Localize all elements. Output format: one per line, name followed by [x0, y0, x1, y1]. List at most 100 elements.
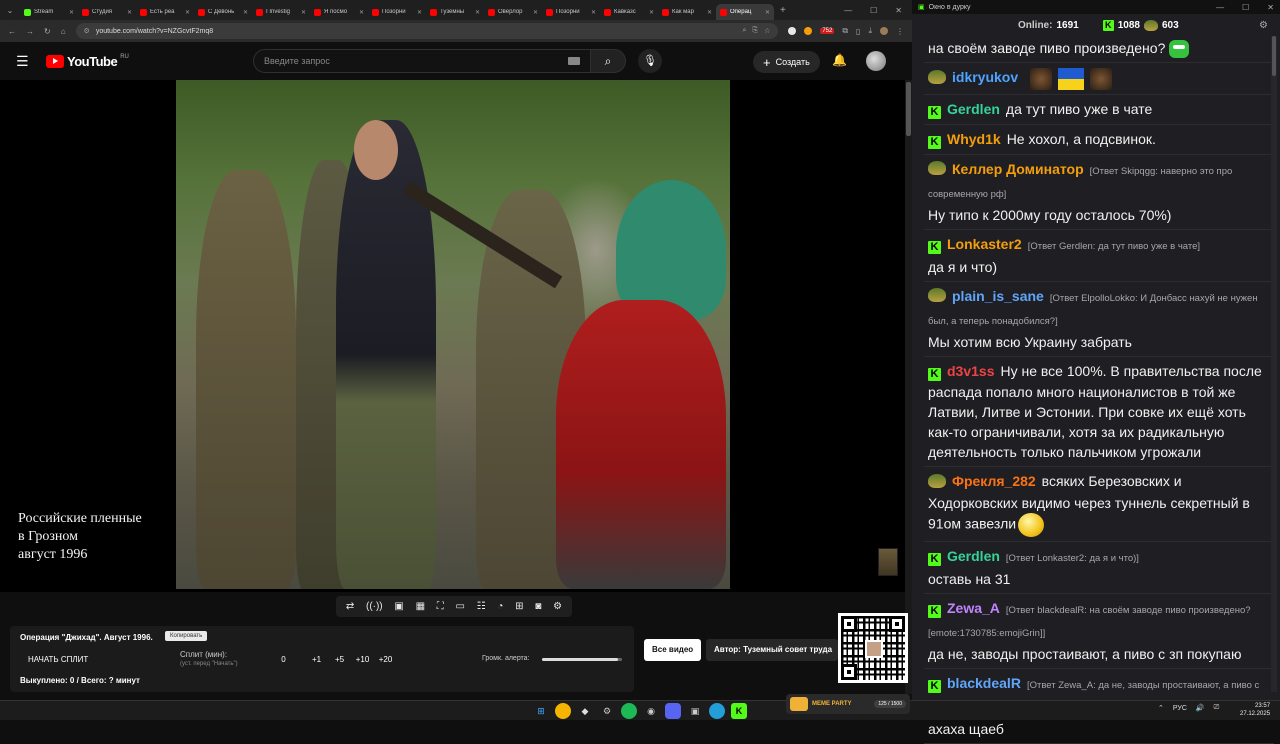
chat-username[interactable]: Фрекля_282: [952, 473, 1036, 489]
chat-message[interactable]: Kd3v1ss Ну не все 100%. В правительства п…: [924, 357, 1274, 468]
app-icon[interactable]: ▣: [687, 703, 703, 719]
extension-icon[interactable]: [804, 27, 813, 35]
tab-close-icon[interactable]: ✕: [533, 9, 538, 16]
tab-close-icon[interactable]: ✕: [417, 9, 422, 16]
tab-close-icon[interactable]: ✕: [707, 9, 712, 16]
obs-icon[interactable]: ◉: [643, 703, 659, 719]
close-icon[interactable]: ✕: [895, 6, 902, 15]
puzzle-icon[interactable]: ⧉: [842, 26, 848, 36]
scrollbar-thumb[interactable]: [906, 82, 911, 136]
browser-tab[interactable]: Есть реа ✕: [136, 4, 194, 20]
chat-message[interactable]: idkryukov: [924, 63, 1274, 95]
tab-close-icon[interactable]: ✕: [127, 9, 132, 16]
notifications-bell-icon[interactable]: 🔔: [832, 53, 847, 67]
telegram-icon[interactable]: [709, 703, 725, 719]
browser-tab[interactable]: Позорни ✕: [542, 4, 600, 20]
menu-dots-icon[interactable]: ⋮: [896, 27, 904, 36]
youtube-logo[interactable]: YouTube RU: [46, 54, 129, 69]
chat-username[interactable]: plain_is_sane: [952, 288, 1044, 304]
taskbar-clock[interactable]: 23:57 27.12.2025: [1240, 702, 1270, 718]
meme-party-widget[interactable]: MEME PARTY 125 / 1500: [786, 694, 910, 714]
author-button[interactable]: Автор: Туземный совет труда: [706, 639, 838, 661]
url-field[interactable]: ⚙ youtube.com/watch?v=NZGcvtF2mq8 ⌕ ⎘ ☆: [75, 23, 779, 39]
chat-message[interactable]: K Lonkaster2 [Ответ Gerdlen: да тут пиво у…: [924, 230, 1274, 283]
video-player[interactable]: Российские пленные в Грозном август 1996: [0, 80, 912, 592]
chat-username[interactable]: Келлер Доминатор: [952, 161, 1084, 177]
chat-username[interactable]: idkryukov: [952, 69, 1018, 85]
chrome-icon[interactable]: [555, 703, 571, 719]
tray-chevron-icon[interactable]: ⌃: [1158, 704, 1164, 712]
browser-tab[interactable]: Оверлор ✕: [484, 4, 542, 20]
caption-list-icon[interactable]: ☷: [477, 601, 486, 612]
download-icon[interactable]: ⤓: [868, 26, 872, 36]
fullscreen-icon[interactable]: ⛶: [437, 601, 444, 612]
maximize-icon[interactable]: ☐: [870, 6, 877, 15]
tab-close-icon[interactable]: ✕: [765, 9, 770, 16]
chat-settings-gear-icon[interactable]: ⚙: [1259, 20, 1268, 31]
tab-close-icon[interactable]: ✕: [185, 9, 190, 16]
settings-gear-icon[interactable]: ⚙: [553, 601, 562, 612]
notification-icon[interactable]: ⎚: [1214, 704, 1220, 712]
split-view-icon[interactable]: ▯: [856, 27, 860, 36]
keyboard-icon[interactable]: [568, 57, 580, 65]
tab-close-icon[interactable]: ✕: [649, 9, 654, 16]
browser-tab[interactable]: С Девонь ✕: [194, 4, 252, 20]
steam-icon[interactable]: ⚙: [599, 703, 615, 719]
chat-username[interactable]: Gerdlen: [947, 548, 1000, 564]
alert-volume-slider[interactable]: [542, 658, 622, 661]
tab-list-chevron-icon[interactable]: ⌄: [0, 6, 20, 15]
browser-tab[interactable]: Позорни ✕: [368, 4, 426, 20]
spotify-icon[interactable]: [621, 703, 637, 719]
profile-avatar[interactable]: [880, 27, 888, 35]
chat-username[interactable]: Whyd1k: [947, 131, 1001, 147]
browser-tab[interactable]: Туземны ✕: [426, 4, 484, 20]
page-scrollbar[interactable]: [905, 80, 912, 694]
discord-icon[interactable]: [665, 703, 681, 719]
reload-icon[interactable]: ↻: [44, 27, 51, 36]
add-1-button[interactable]: +1: [305, 655, 328, 664]
voice-search-button[interactable]: 🎙: [638, 49, 662, 73]
cast-icon[interactable]: ⎘: [752, 27, 758, 35]
chat-message[interactable]: K Zewa_A [Ответ blackdealR: на своём завод…: [924, 594, 1274, 669]
minimize-icon[interactable]: —: [844, 6, 852, 15]
cast-icon[interactable]: ▣: [394, 601, 403, 612]
tab-close-icon[interactable]: ✕: [69, 9, 74, 16]
chat-message-list[interactable]: на своём заводе пиво произведено? idkryuk…: [924, 34, 1274, 744]
chat-message[interactable]: Келлер Доминатор [Ответ Skipqgg: наверно …: [924, 155, 1274, 231]
theater-icon[interactable]: ▭: [455, 601, 464, 612]
bookmark-star-icon[interactable]: ☆: [764, 27, 770, 35]
loop-icon[interactable]: ⇄: [346, 601, 354, 612]
start-menu-icon[interactable]: ⊞: [533, 703, 549, 719]
chat-username[interactable]: Lonkaster2: [947, 236, 1022, 252]
tab-close-icon[interactable]: ✕: [243, 9, 248, 16]
tab-close-icon[interactable]: ✕: [359, 9, 364, 16]
browser-tab[interactable]: I Investig ✕: [252, 4, 310, 20]
chat-message[interactable]: на своём заводе пиво произведено?: [924, 34, 1274, 64]
browser-tab[interactable]: Я посмо ✕: [310, 4, 368, 20]
create-button[interactable]: + Создать: [753, 51, 820, 73]
tab-close-icon[interactable]: ✕: [591, 9, 596, 16]
chat-scrollbar-thumb[interactable]: [1272, 36, 1276, 76]
add-5-button[interactable]: +5: [328, 655, 351, 664]
chat-message[interactable]: K Gerdlen да тут пиво уже в чате: [924, 95, 1274, 125]
start-split-button[interactable]: НАЧАТЬ СПЛИТ: [28, 655, 88, 664]
search-input[interactable]: Введите запрос: [253, 49, 591, 73]
minimize-icon[interactable]: —: [1216, 3, 1224, 12]
extension-badge[interactable]: 752: [820, 28, 835, 34]
maximize-icon[interactable]: ☐: [1242, 3, 1249, 12]
chat-scrollbar[interactable]: [1271, 36, 1277, 692]
account-avatar[interactable]: [866, 51, 886, 71]
film-icon[interactable]: ▦: [416, 601, 425, 612]
home-icon[interactable]: ⌂: [61, 27, 66, 36]
volume-icon[interactable]: 🔊: [1196, 704, 1205, 712]
browser-tab[interactable]: Stream ✕: [20, 4, 78, 20]
close-icon[interactable]: ✕: [1267, 3, 1274, 12]
add-clip-icon[interactable]: ⊞: [515, 601, 523, 612]
copy-button[interactable]: Копировать: [165, 631, 208, 641]
hamburger-menu-icon[interactable]: ☰: [16, 53, 40, 70]
add-20-button[interactable]: +20: [374, 655, 397, 664]
chat-message[interactable]: K Gerdlen [Ответ Lonkaster2: да я и что)] о…: [924, 542, 1274, 594]
kick-app-icon[interactable]: K: [731, 703, 747, 719]
screenshot-camera-icon[interactable]: ◙: [535, 601, 541, 612]
chat-message[interactable]: K Whyd1k Не хохол, а подсвинок.: [924, 125, 1274, 156]
